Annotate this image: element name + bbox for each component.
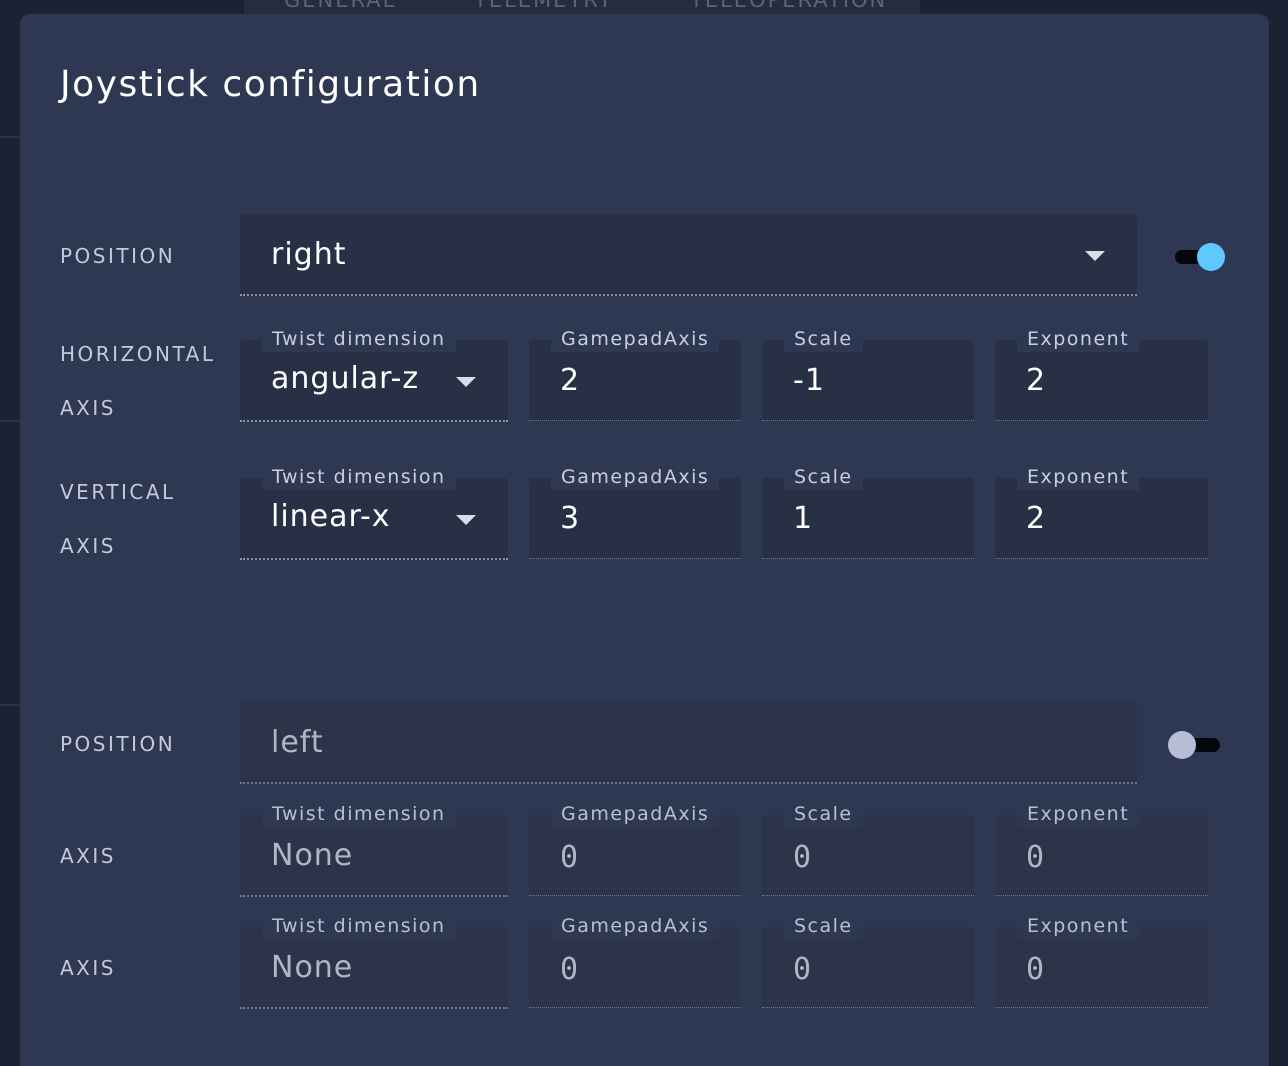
horizontal-scale-input[interactable]: Scale -1	[762, 326, 974, 421]
horizontal-exponent-value: 2	[1026, 363, 1047, 398]
vertical-scale-input[interactable]: Scale 1	[762, 464, 974, 559]
axis1-scale-value-left: 0	[793, 840, 813, 875]
horizontal-twist-value: angular-z	[271, 361, 420, 396]
gamepad-axis-label: GamepadAxis	[551, 464, 720, 490]
dialog-title: Joystick configuration	[60, 64, 481, 105]
axis2-twist-select-left[interactable]: Twist dimension None	[240, 913, 508, 1009]
vertical-twist-select[interactable]: Twist dimension linear-x	[240, 464, 508, 560]
axis1-exponent-value-left: 0	[1026, 840, 1046, 875]
scale-label: Scale	[784, 801, 863, 827]
enable-toggle-right[interactable]	[1171, 242, 1225, 272]
horizontal-axis-label: HORIZONTAL	[60, 342, 216, 366]
axis2-label-left: AXIS	[60, 956, 116, 980]
vertical-twist-value: linear-x	[271, 499, 391, 534]
axis2-gamepad-axis-value-left: 0	[560, 952, 580, 987]
horizontal-exponent-input[interactable]: Exponent 2	[995, 326, 1208, 421]
joystick-config-dialog: Joystick configuration POSITION right HO…	[20, 14, 1269, 1066]
axis1-label-left: AXIS	[60, 844, 116, 868]
exponent-label: Exponent	[1017, 801, 1140, 827]
chevron-down-icon	[456, 515, 476, 525]
position-label-left: POSITION	[60, 732, 176, 756]
gamepad-axis-label: GamepadAxis	[551, 913, 720, 939]
horizontal-scale-value: -1	[793, 363, 825, 398]
axis1-exponent-input-left[interactable]: Exponent 0	[995, 801, 1208, 896]
chevron-down-icon	[1085, 251, 1105, 261]
twist-dimension-label: Twist dimension	[262, 801, 456, 827]
twist-dimension-label: Twist dimension	[262, 464, 456, 490]
axis2-twist-value-left: None	[271, 950, 354, 985]
position-select-left[interactable]: left	[240, 702, 1137, 784]
twist-dimension-label: Twist dimension	[262, 913, 456, 939]
axis1-gamepad-axis-input-left[interactable]: GamepadAxis 0	[529, 801, 741, 896]
background-tab-bar: GENERAL TELEMETRY TELEOPERATION	[244, 0, 920, 14]
horizontal-axis-label-line2: AXIS	[60, 396, 116, 420]
axis1-twist-value-left: None	[271, 838, 354, 873]
position-value-right: right	[271, 237, 347, 272]
twist-dimension-label: Twist dimension	[262, 326, 456, 352]
axis1-scale-input-left[interactable]: Scale 0	[762, 801, 974, 896]
tab-teleoperation[interactable]: TELEOPERATION	[690, 0, 887, 12]
exponent-label: Exponent	[1017, 913, 1140, 939]
gamepad-axis-label: GamepadAxis	[551, 801, 720, 827]
axis2-exponent-input-left[interactable]: Exponent 0	[995, 913, 1208, 1008]
gamepad-axis-label: GamepadAxis	[551, 326, 720, 352]
axis2-scale-value-left: 0	[793, 952, 813, 987]
vertical-axis-label: VERTICAL	[60, 480, 176, 504]
vertical-gamepad-axis-value: 3	[560, 501, 581, 536]
vertical-gamepad-axis-input[interactable]: GamepadAxis 3	[529, 464, 741, 559]
tab-telemetry[interactable]: TELEMETRY	[474, 0, 613, 12]
scale-label: Scale	[784, 913, 863, 939]
position-select-right[interactable]: right	[240, 214, 1137, 296]
scale-label: Scale	[784, 326, 863, 352]
vertical-axis-label-line2: AXIS	[60, 534, 116, 558]
background-divider	[0, 420, 20, 422]
tab-general[interactable]: GENERAL	[284, 0, 396, 12]
chevron-down-icon	[456, 377, 476, 387]
axis1-gamepad-axis-value-left: 0	[560, 840, 580, 875]
vertical-scale-value: 1	[793, 501, 814, 536]
horizontal-gamepad-axis-value: 2	[560, 363, 581, 398]
exponent-label: Exponent	[1017, 326, 1140, 352]
position-value-left: left	[271, 725, 324, 760]
exponent-label: Exponent	[1017, 464, 1140, 490]
toggle-knob	[1197, 243, 1225, 271]
enable-toggle-left[interactable]	[1168, 730, 1222, 760]
position-label-right: POSITION	[60, 244, 176, 268]
background-divider	[0, 704, 20, 706]
horizontal-twist-select[interactable]: Twist dimension angular-z	[240, 326, 508, 422]
vertical-exponent-value: 2	[1026, 501, 1047, 536]
axis2-exponent-value-left: 0	[1026, 952, 1046, 987]
toggle-knob	[1168, 731, 1196, 759]
axis2-scale-input-left[interactable]: Scale 0	[762, 913, 974, 1008]
horizontal-gamepad-axis-input[interactable]: GamepadAxis 2	[529, 326, 741, 421]
axis2-gamepad-axis-input-left[interactable]: GamepadAxis 0	[529, 913, 741, 1008]
scale-label: Scale	[784, 464, 863, 490]
background-divider	[0, 136, 20, 138]
axis1-twist-select-left[interactable]: Twist dimension None	[240, 801, 508, 897]
vertical-exponent-input[interactable]: Exponent 2	[995, 464, 1208, 559]
